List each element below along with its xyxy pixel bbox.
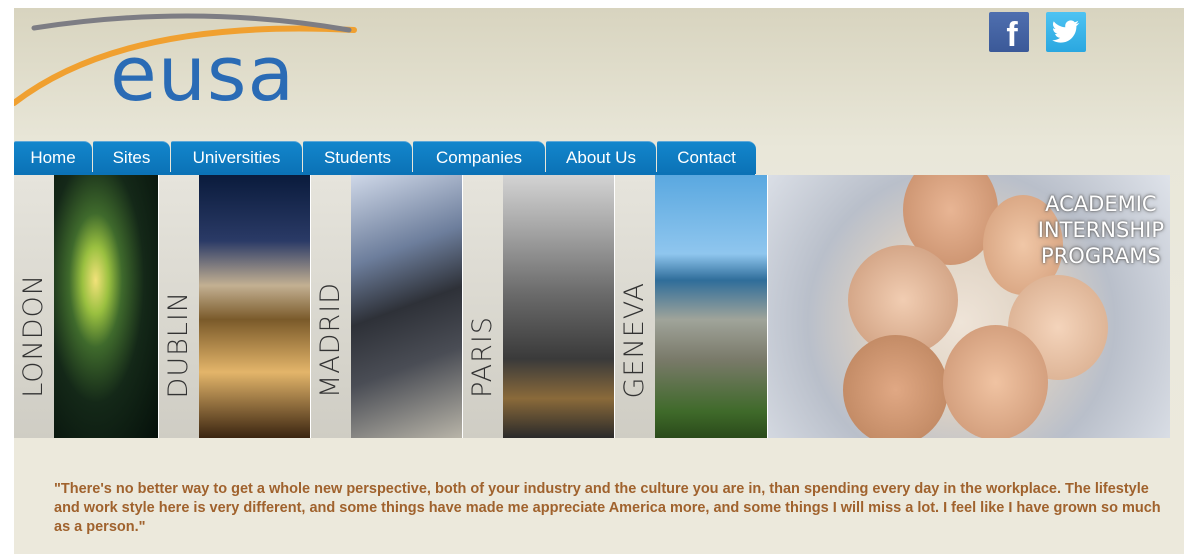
city-label-paris: PARIS — [467, 316, 498, 398]
logo-text: eusa — [110, 29, 296, 118]
city-panel-paris[interactable]: PARIS — [463, 175, 615, 438]
london-photo — [54, 175, 158, 438]
nav-home[interactable]: Home — [14, 141, 92, 174]
dublin-photo — [199, 175, 310, 438]
student-face — [843, 335, 948, 438]
city-panel-madrid[interactable]: MADRID — [311, 175, 463, 438]
city-panel-dublin[interactable]: DUBLIN — [159, 175, 311, 438]
program-line: INTERNSHIP — [1037, 218, 1164, 242]
city-label-dublin: DUBLIN — [163, 290, 194, 398]
paris-photo — [503, 175, 614, 438]
student-face — [943, 325, 1048, 438]
nav-universities[interactable]: Universities — [171, 141, 302, 174]
nav-about-us[interactable]: About Us — [546, 141, 656, 174]
city-label-london: LONDON — [18, 274, 49, 398]
twitter-bird-icon — [1052, 20, 1080, 43]
city-strip — [463, 175, 503, 438]
madrid-photo — [351, 175, 462, 438]
facebook-icon: f — [1006, 15, 1018, 54]
hero-banner: LONDON DUBLIN MADRID PARIS GENEVA ACADEM… — [14, 175, 1184, 438]
main-nav: Home Sites Universities Students Compani… — [14, 141, 757, 174]
nav-contact[interactable]: Contact — [657, 141, 756, 174]
program-line: ACADEMIC — [1045, 192, 1157, 216]
testimonial-quote: "There's no better way to get a whole ne… — [54, 481, 1161, 535]
header: eusa f — [14, 8, 1184, 141]
nav-companies[interactable]: Companies — [413, 141, 545, 174]
program-line: PROGRAMS — [1041, 244, 1161, 268]
city-panel-geneva[interactable]: GENEVA — [615, 175, 768, 438]
eusa-logo[interactable]: eusa — [14, 8, 374, 138]
city-label-geneva: GENEVA — [619, 281, 650, 398]
program-title: ACADEMIC INTERNSHIP PROGRAMS — [1038, 191, 1164, 269]
facebook-button[interactable]: f — [989, 12, 1029, 54]
students-photo[interactable]: ACADEMIC INTERNSHIP PROGRAMS — [768, 175, 1170, 438]
city-label-madrid: MADRID — [315, 281, 346, 398]
nav-students[interactable]: Students — [303, 141, 412, 174]
city-panel-london[interactable]: LONDON — [14, 175, 159, 438]
nav-sites[interactable]: Sites — [93, 141, 170, 174]
page: eusa f Home Sites Universities Students … — [14, 8, 1184, 554]
twitter-button[interactable] — [1046, 12, 1086, 52]
geneva-photo — [655, 175, 767, 438]
